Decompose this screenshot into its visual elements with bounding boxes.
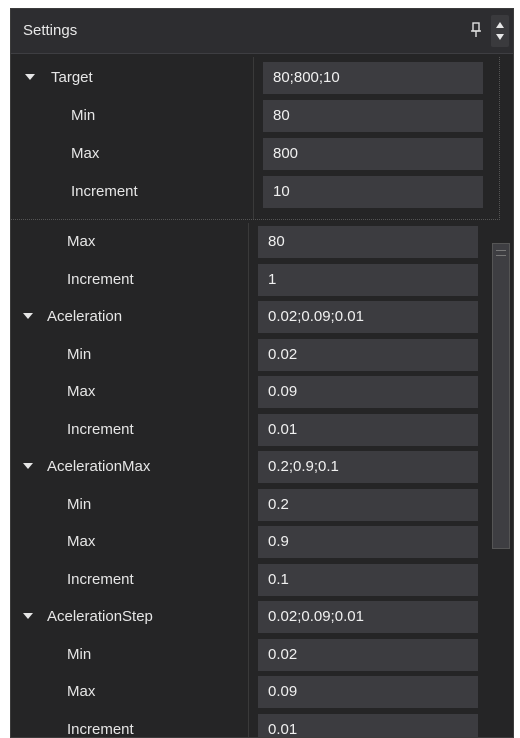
- property-row[interactable]: Max 0.9: [11, 523, 487, 561]
- property-value-field[interactable]: 0.02;0.09;0.01: [258, 601, 478, 633]
- property-label: AcelerationStep: [47, 608, 153, 625]
- property-value-field[interactable]: 0.02;0.09;0.01: [258, 301, 478, 333]
- property-group-row[interactable]: AcelerationStep 0.02;0.09;0.01: [11, 598, 487, 636]
- settings-panel: Settings Target 80;800;10 Min 80 Max 800 Incre…: [10, 8, 514, 738]
- vertical-scrollbar[interactable]: [489, 231, 513, 737]
- property-row[interactable]: Min 80: [11, 97, 499, 135]
- property-group-row[interactable]: AcelerationMax 0.2;0.9;0.1: [11, 448, 487, 486]
- property-value-field[interactable]: 80;800;10: [263, 62, 483, 94]
- caret-down-icon[interactable]: [23, 313, 33, 319]
- property-label: Max: [71, 145, 100, 162]
- property-value-field[interactable]: 0.2: [258, 488, 478, 521]
- property-label: AcelerationMax: [47, 458, 151, 475]
- property-list: Max 80 Increment 1 Aceleration 0.02;0.09;0.01…: [11, 223, 487, 738]
- property-label: Max: [67, 383, 96, 400]
- property-row[interactable]: Min 0.02: [11, 336, 487, 374]
- property-label: Increment: [67, 420, 134, 438]
- property-value-field[interactable]: 0.1: [258, 563, 478, 596]
- property-row[interactable]: Increment 10: [11, 173, 499, 211]
- property-label: Min: [71, 107, 96, 124]
- property-value-field[interactable]: 0.01: [258, 713, 478, 737]
- property-value-field[interactable]: 0.02: [258, 638, 478, 671]
- property-row[interactable]: Max 800: [11, 135, 499, 173]
- property-value-field[interactable]: 0.9: [258, 526, 478, 558]
- scroll-updown-icon[interactable]: [491, 15, 509, 47]
- property-group-row[interactable]: Aceleration 0.02;0.09;0.01: [11, 298, 487, 336]
- property-row[interactable]: Max 80: [11, 223, 487, 261]
- property-value-field[interactable]: 80: [258, 226, 478, 258]
- panel-titlebar: Settings: [11, 9, 513, 54]
- pin-icon[interactable]: [469, 21, 483, 39]
- property-group-row[interactable]: Target 80;800;10: [11, 59, 499, 97]
- property-value-field[interactable]: 80: [263, 100, 483, 132]
- property-label: Min: [67, 495, 92, 513]
- property-value-field[interactable]: 0.02: [258, 338, 478, 371]
- property-row[interactable]: Max 0.09: [11, 373, 487, 411]
- property-label: Increment: [67, 270, 134, 288]
- scrollbar-grip-icon: [496, 250, 506, 256]
- property-label: Increment: [67, 570, 134, 588]
- caret-down-icon[interactable]: [23, 613, 33, 619]
- caret-down-icon[interactable]: [23, 463, 33, 469]
- property-label: Min: [67, 345, 92, 363]
- property-value-field[interactable]: 10: [263, 176, 483, 208]
- property-label: Min: [67, 645, 92, 663]
- property-label: Max: [67, 233, 96, 250]
- property-value-field[interactable]: 0.09: [258, 376, 478, 408]
- panel-title: Settings: [23, 22, 78, 39]
- property-row[interactable]: Increment 0.01: [11, 711, 487, 738]
- property-row[interactable]: Increment 0.1: [11, 561, 487, 599]
- property-value-field[interactable]: 0.09: [258, 676, 478, 708]
- property-row[interactable]: Increment 1: [11, 261, 487, 299]
- property-value-field[interactable]: 0.2;0.9;0.1: [258, 451, 478, 483]
- property-label: Increment: [67, 720, 134, 738]
- property-row[interactable]: Min 0.2: [11, 486, 487, 524]
- property-label: Max: [67, 533, 96, 550]
- property-label: Aceleration: [47, 308, 123, 325]
- caret-down-icon[interactable]: [25, 74, 35, 80]
- property-row[interactable]: Min 0.02: [11, 636, 487, 674]
- property-row[interactable]: Max 0.09: [11, 673, 487, 711]
- property-value-field[interactable]: 1: [258, 263, 478, 296]
- property-label: Target: [51, 69, 93, 86]
- expanded-property-popup: Target 80;800;10 Min 80 Max 800 Increment 10: [11, 57, 500, 220]
- property-row[interactable]: Increment 0.01: [11, 411, 487, 449]
- scrollbar-thumb[interactable]: [492, 243, 510, 549]
- property-label: Increment: [71, 183, 138, 200]
- property-value-field[interactable]: 0.01: [258, 413, 478, 446]
- property-label: Max: [67, 683, 96, 700]
- property-value-field[interactable]: 800: [263, 138, 483, 170]
